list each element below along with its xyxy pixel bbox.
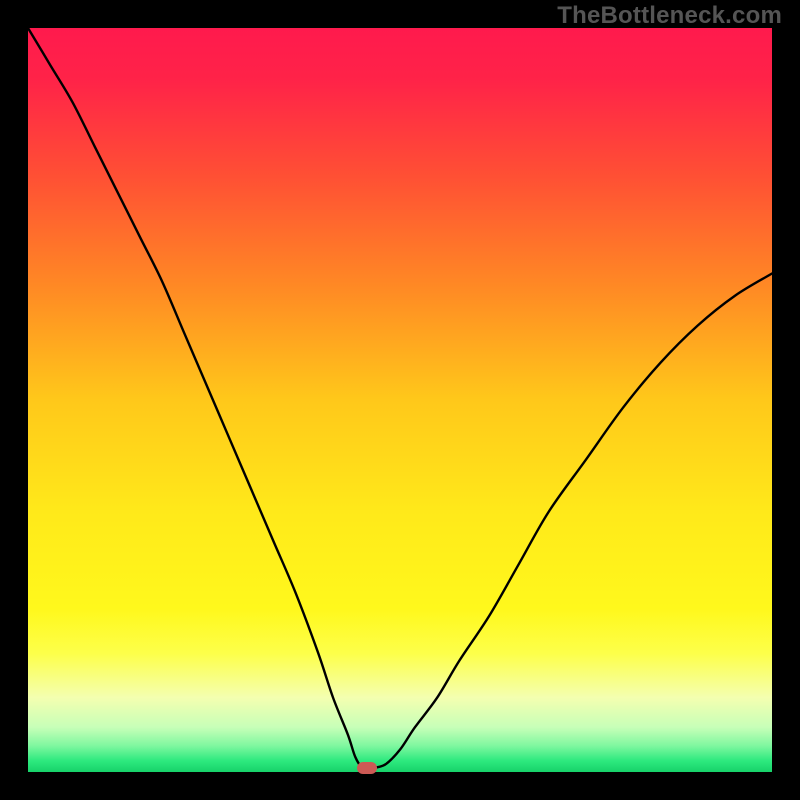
- optimal-point-marker: [357, 762, 377, 774]
- watermark-text: TheBottleneck.com: [557, 2, 782, 30]
- plot-area: [28, 28, 772, 772]
- gradient-background: [28, 28, 772, 772]
- chart-svg: [28, 28, 772, 772]
- chart-frame: TheBottleneck.com: [0, 0, 800, 800]
